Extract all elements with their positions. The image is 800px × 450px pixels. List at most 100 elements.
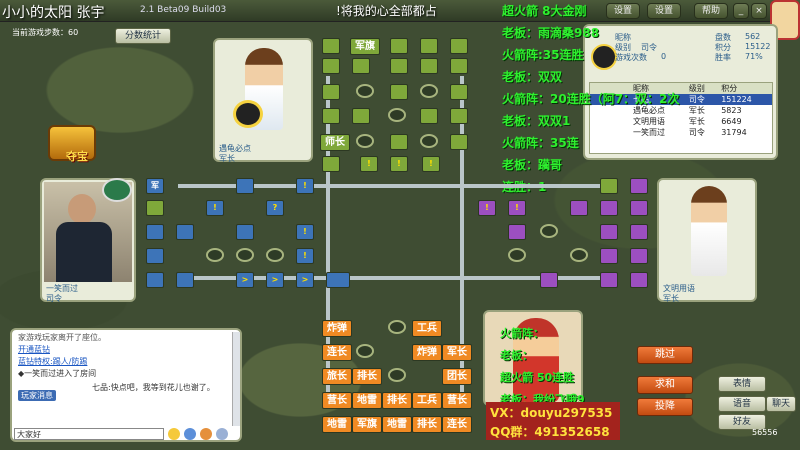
- camp-node[interactable]: [420, 134, 438, 148]
- piece-arrow[interactable]: >: [296, 272, 314, 288]
- piece-green[interactable]: [450, 38, 468, 54]
- piece-blue[interactable]: [146, 272, 164, 288]
- piece-mine[interactable]: 地雷: [352, 392, 382, 409]
- chat-scrollbar[interactable]: [232, 332, 240, 426]
- piece-unknown[interactable]: !: [508, 200, 526, 216]
- piece-army[interactable]: 军: [146, 178, 164, 194]
- color-icon[interactable]: [184, 428, 196, 440]
- camp-node[interactable]: [420, 84, 438, 98]
- piece-army[interactable]: 军长: [442, 344, 472, 361]
- piece-blue[interactable]: [176, 272, 194, 288]
- draw-request-button[interactable]: 求和: [637, 376, 693, 394]
- settings-icon[interactable]: [216, 428, 228, 440]
- piece-unknown[interactable]: !: [390, 156, 408, 172]
- piece-purple[interactable]: [570, 200, 588, 216]
- help-button[interactable]: 帮助: [694, 3, 728, 19]
- piece-green[interactable]: [352, 108, 370, 124]
- piece-green[interactable]: [390, 84, 408, 100]
- camp-node[interactable]: [570, 248, 588, 262]
- camp-node[interactable]: [206, 248, 224, 262]
- camp-node[interactable]: [388, 368, 406, 382]
- piece-green[interactable]: [322, 108, 340, 124]
- piece-green[interactable]: [322, 58, 340, 74]
- smiley-icon[interactable]: [168, 428, 180, 440]
- piece-blue[interactable]: [146, 248, 164, 264]
- piece-mine[interactable]: 地雷: [382, 416, 412, 433]
- chat-link[interactable]: 开通蓝钻: [18, 344, 234, 356]
- piece-purple[interactable]: [600, 224, 618, 240]
- camp-node[interactable]: [356, 134, 374, 148]
- piece-battalion[interactable]: 营长: [322, 392, 352, 409]
- piece-green[interactable]: [390, 134, 408, 150]
- camp-node[interactable]: [540, 224, 558, 238]
- piece-arrow[interactable]: >: [266, 272, 284, 288]
- piece-platoon[interactable]: 排长: [352, 368, 382, 385]
- minimize-button[interactable]: _: [733, 3, 749, 19]
- piece-green[interactable]: [322, 84, 340, 100]
- close-button[interactable]: ×: [751, 3, 767, 19]
- skip-button[interactable]: 跳过: [637, 346, 693, 364]
- piece-blue[interactable]: [236, 224, 254, 240]
- piece-purple[interactable]: [600, 248, 618, 264]
- piece-flag[interactable]: 军旗: [350, 38, 380, 55]
- piece-division[interactable]: 师长: [320, 134, 350, 151]
- piece-blue[interactable]: [326, 272, 350, 288]
- piece-green[interactable]: [322, 38, 340, 54]
- piece-mine[interactable]: 地雷: [322, 416, 352, 433]
- piece-green[interactable]: [322, 156, 340, 172]
- piece-unknown[interactable]: !: [296, 248, 314, 264]
- piece-unknown[interactable]: !: [296, 224, 314, 240]
- piece-unknown[interactable]: ?: [266, 200, 284, 216]
- voice-button[interactable]: 语音: [718, 396, 766, 412]
- piece-unknown[interactable]: !: [478, 200, 496, 216]
- piece-brigade[interactable]: 旅长: [322, 368, 352, 385]
- piece-green[interactable]: [390, 38, 408, 54]
- piece-company[interactable]: 连长: [322, 344, 352, 361]
- chat-input[interactable]: 大家好: [14, 428, 164, 440]
- camp-node[interactable]: [508, 248, 526, 262]
- piece-green[interactable]: [450, 84, 468, 100]
- piece-unknown[interactable]: !: [422, 156, 440, 172]
- piece-blue[interactable]: [176, 224, 194, 240]
- piece-purple[interactable]: [630, 224, 648, 240]
- piece-purple[interactable]: [630, 248, 648, 264]
- surrender-button[interactable]: 投降: [637, 398, 693, 416]
- camp-node[interactable]: [236, 248, 254, 262]
- chat-button[interactable]: 聊天: [766, 396, 796, 412]
- piece-regiment[interactable]: 团长: [442, 368, 472, 385]
- piece-green[interactable]: [420, 108, 438, 124]
- piece-unknown[interactable]: !: [296, 178, 314, 194]
- camp-node[interactable]: [388, 108, 406, 122]
- piece-green[interactable]: [390, 58, 408, 74]
- piece-purple[interactable]: [630, 272, 648, 288]
- piece-engineer[interactable]: 工兵: [412, 320, 442, 337]
- piece-green[interactable]: [420, 58, 438, 74]
- chat-link[interactable]: 蓝钻特权:踢人/防踢: [18, 356, 234, 368]
- piece-green[interactable]: [450, 134, 468, 150]
- piece-battalion[interactable]: 营长: [442, 392, 472, 409]
- piece-bomb[interactable]: 炸弹: [322, 320, 352, 337]
- piece-platoon[interactable]: 排长: [412, 416, 442, 433]
- piece-company[interactable]: 连长: [442, 416, 472, 433]
- camp-node[interactable]: [356, 344, 374, 358]
- piece-green[interactable]: [600, 178, 618, 194]
- piece-bomb[interactable]: 炸弹: [412, 344, 442, 361]
- piece-unknown[interactable]: !: [360, 156, 378, 172]
- piece-green[interactable]: [146, 200, 164, 216]
- camp-node[interactable]: [388, 320, 406, 334]
- piece-blue[interactable]: [146, 224, 164, 240]
- gift-icon[interactable]: [200, 428, 212, 440]
- camp-node[interactable]: [356, 84, 374, 98]
- piece-blue[interactable]: [236, 178, 254, 194]
- piece-purple[interactable]: [630, 178, 648, 194]
- piece-green[interactable]: [450, 58, 468, 74]
- emoji-button[interactable]: 表情: [718, 376, 766, 392]
- piece-purple[interactable]: [600, 200, 618, 216]
- piece-purple[interactable]: [508, 224, 526, 240]
- piece-unknown[interactable]: !: [206, 200, 224, 216]
- piece-purple[interactable]: [600, 272, 618, 288]
- camp-node[interactable]: [266, 248, 284, 262]
- piece-flag[interactable]: 军旗: [352, 416, 382, 433]
- piece-green[interactable]: [450, 108, 468, 124]
- piece-purple[interactable]: [540, 272, 558, 288]
